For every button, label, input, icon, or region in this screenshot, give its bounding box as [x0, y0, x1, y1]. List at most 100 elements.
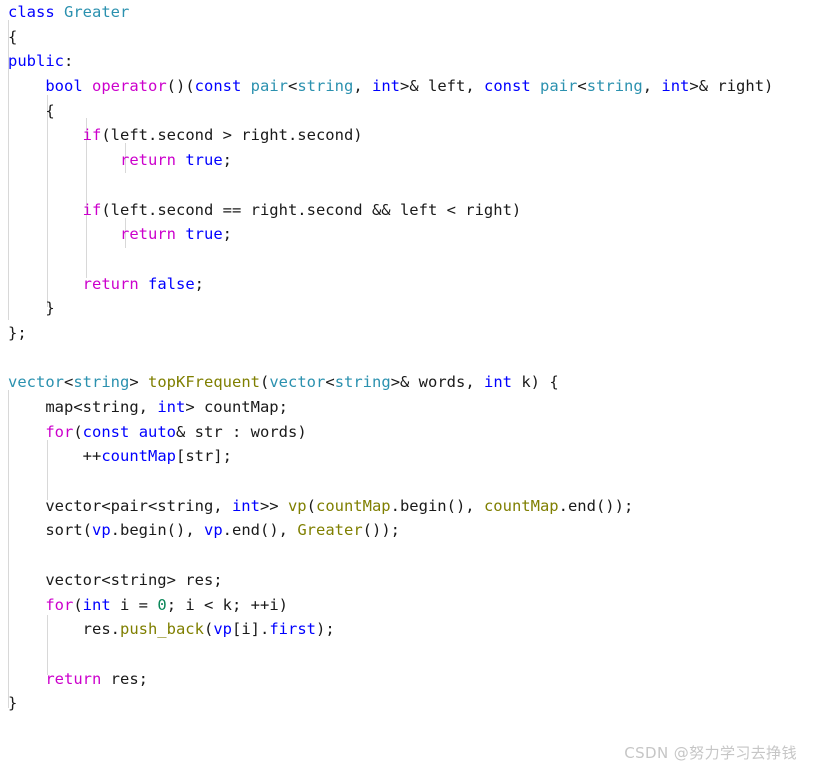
code-line: if(left.second == right.second && left <… — [0, 198, 815, 223]
code-token: ( — [306, 496, 316, 515]
code-token: { — [8, 27, 18, 46]
code-viewer: class Greater{public: bool operator()(co… — [0, 0, 815, 777]
code-token: ; — [194, 274, 205, 293]
code-token: ()); — [362, 521, 400, 540]
code-token: for — [45, 595, 74, 614]
code-token: ; — [222, 225, 232, 244]
code-token: vector<pair<string, — [8, 496, 232, 515]
code-token: res; — [101, 669, 148, 688]
code-token: Greater — [297, 521, 363, 540]
code-token: return — [82, 274, 139, 293]
code-line: } — [0, 691, 815, 716]
code-token: (left.second == right.second && left < r… — [101, 200, 522, 219]
code-line: map<string, int> countMap; — [0, 395, 815, 420]
code-token: return — [119, 225, 176, 244]
code-token: ( — [203, 620, 214, 639]
code-token: }; — [8, 323, 27, 342]
code-block: class Greater{public: bool operator()(co… — [0, 0, 815, 716]
code-token: < — [288, 77, 298, 96]
code-token: sort( — [8, 521, 92, 540]
code-token: < — [325, 373, 335, 392]
code-token: countMap — [483, 496, 559, 515]
code-token: bool — [45, 77, 83, 96]
code-token: return — [119, 151, 176, 170]
code-token: < — [64, 373, 74, 392]
code-line: res.push_back(vp[i].first); — [0, 617, 815, 642]
code-token: for — [45, 422, 74, 441]
code-token: vp — [287, 496, 307, 515]
code-token: 0 — [157, 595, 167, 614]
code-token: { — [8, 101, 55, 120]
code-line: return true; — [0, 148, 815, 173]
code-token: first — [269, 620, 316, 639]
code-token: > countMap; — [185, 398, 288, 416]
code-line: for(int i = 0; i < k; ++i) — [0, 593, 815, 618]
code-token: true — [185, 151, 223, 170]
code-line: class Greater — [0, 0, 815, 25]
code-token: Greater — [64, 3, 130, 21]
code-token: ; — [222, 151, 232, 170]
code-line: } — [0, 296, 815, 321]
code-token: const — [484, 77, 531, 96]
code-token: operator — [92, 77, 167, 96]
code-token: > — [129, 373, 149, 392]
code-line: return true; — [0, 222, 815, 247]
code-token: int — [372, 77, 401, 96]
code-token: , — [353, 77, 373, 96]
code-token: string — [586, 77, 643, 96]
code-line: vector<string> topKFrequent(vector<strin… — [0, 370, 815, 395]
code-token: [i]. — [232, 620, 270, 639]
code-token: topKFrequent — [148, 373, 260, 392]
code-token: ; i < k; ++i) — [166, 595, 289, 614]
code-token: } — [8, 299, 55, 318]
code-line: return res; — [0, 667, 815, 692]
code-token: int — [484, 373, 513, 392]
code-line: sort(vp.begin(), vp.end(), Greater()); — [0, 518, 815, 543]
code-token: ( — [73, 422, 83, 441]
code-token: int — [231, 496, 260, 515]
code-token: push_back — [119, 620, 204, 639]
code-token: } — [8, 694, 18, 713]
code-line: vector<pair<string, int>> vp( countMap.be… — [0, 494, 815, 519]
code-token: public — [8, 52, 64, 71]
code-token: vp — [204, 521, 223, 540]
code-token: false — [148, 274, 195, 293]
code-token: & str : words) — [176, 422, 307, 441]
code-token: auto — [138, 422, 177, 441]
code-line: bool operator()(const pair<string, int>&… — [0, 74, 815, 99]
code-token: .end()); — [558, 496, 634, 515]
code-line: public: — [0, 49, 815, 74]
code-line: vector<string> res; — [0, 568, 815, 593]
code-token: ++ — [8, 447, 102, 466]
code-token: >> — [259, 496, 288, 515]
code-token: , — [642, 77, 662, 96]
code-token: const — [194, 77, 242, 96]
code-token: .end(), — [222, 521, 298, 540]
code-token: ()( — [166, 77, 195, 96]
code-token: vector — [269, 373, 326, 392]
code-token: vector — [8, 373, 64, 392]
code-token: .begin(), — [390, 496, 484, 515]
code-token: countMap — [101, 447, 176, 466]
code-token: if — [82, 200, 102, 219]
code-token: if — [82, 126, 102, 145]
code-token: int — [82, 595, 111, 614]
code-token: ); — [316, 620, 335, 639]
code-token: vector<string> res; — [8, 570, 223, 589]
code-token: return — [45, 669, 102, 688]
code-token: pair — [250, 77, 288, 96]
